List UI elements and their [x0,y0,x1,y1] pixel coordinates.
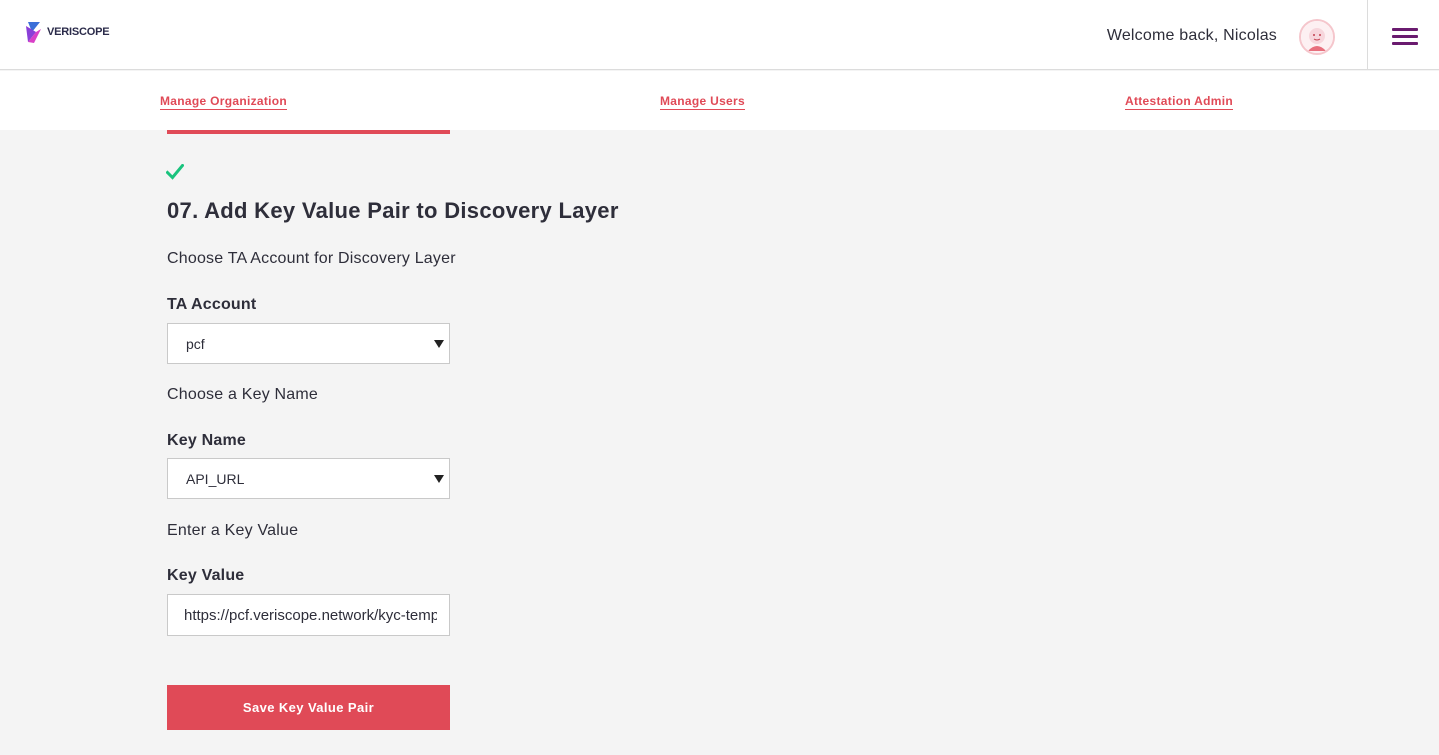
ta-account-instruction: Choose TA Account for Discovery Layer [167,250,456,267]
veriscope-logo-icon [26,22,41,43]
top-header: VERISCOPE Welcome back, Nicolas [0,0,1439,70]
sub-navigation: Manage Organization Manage Users Attesta… [0,71,1439,130]
nav-link-manage-users[interactable]: Manage Users [660,94,745,110]
key-name-instruction: Choose a Key Name [167,386,319,403]
welcome-message: Welcome back, Nicolas [1106,27,1277,44]
ta-account-select[interactable]: pcf [167,323,450,364]
user-avatar[interactable] [1299,19,1335,55]
key-name-label: Key Name [167,432,246,449]
veriscope-logo[interactable]: VERISCOPE [22,20,110,44]
check-icon [166,164,184,180]
save-key-value-pair-button[interactable]: Save Key Value Pair [167,685,450,730]
key-name-select[interactable]: API_URL [167,458,450,499]
nav-link-manage-organization[interactable]: Manage Organization [160,94,288,110]
key-value-label: Key Value [167,567,245,584]
section-progress-bar [167,130,450,134]
ta-account-selected-value: pcf [186,336,205,352]
dropdown-arrow-icon [434,340,444,348]
dropdown-arrow-icon [434,475,444,483]
key-value-input[interactable] [167,594,450,636]
ta-account-label: TA Account [167,296,257,313]
avatar-face-icon [1301,21,1333,53]
logo-text: VERISCOPE [47,26,110,38]
hamburger-menu-icon[interactable] [1386,23,1424,49]
section-title: 07. Add Key Value Pair to Discovery Laye… [167,198,619,223]
header-divider [1367,0,1368,70]
key-value-instruction: Enter a Key Value [167,522,299,539]
key-name-selected-value: API_URL [186,471,245,487]
nav-link-attestation-admin[interactable]: Attestation Admin [1125,94,1233,110]
